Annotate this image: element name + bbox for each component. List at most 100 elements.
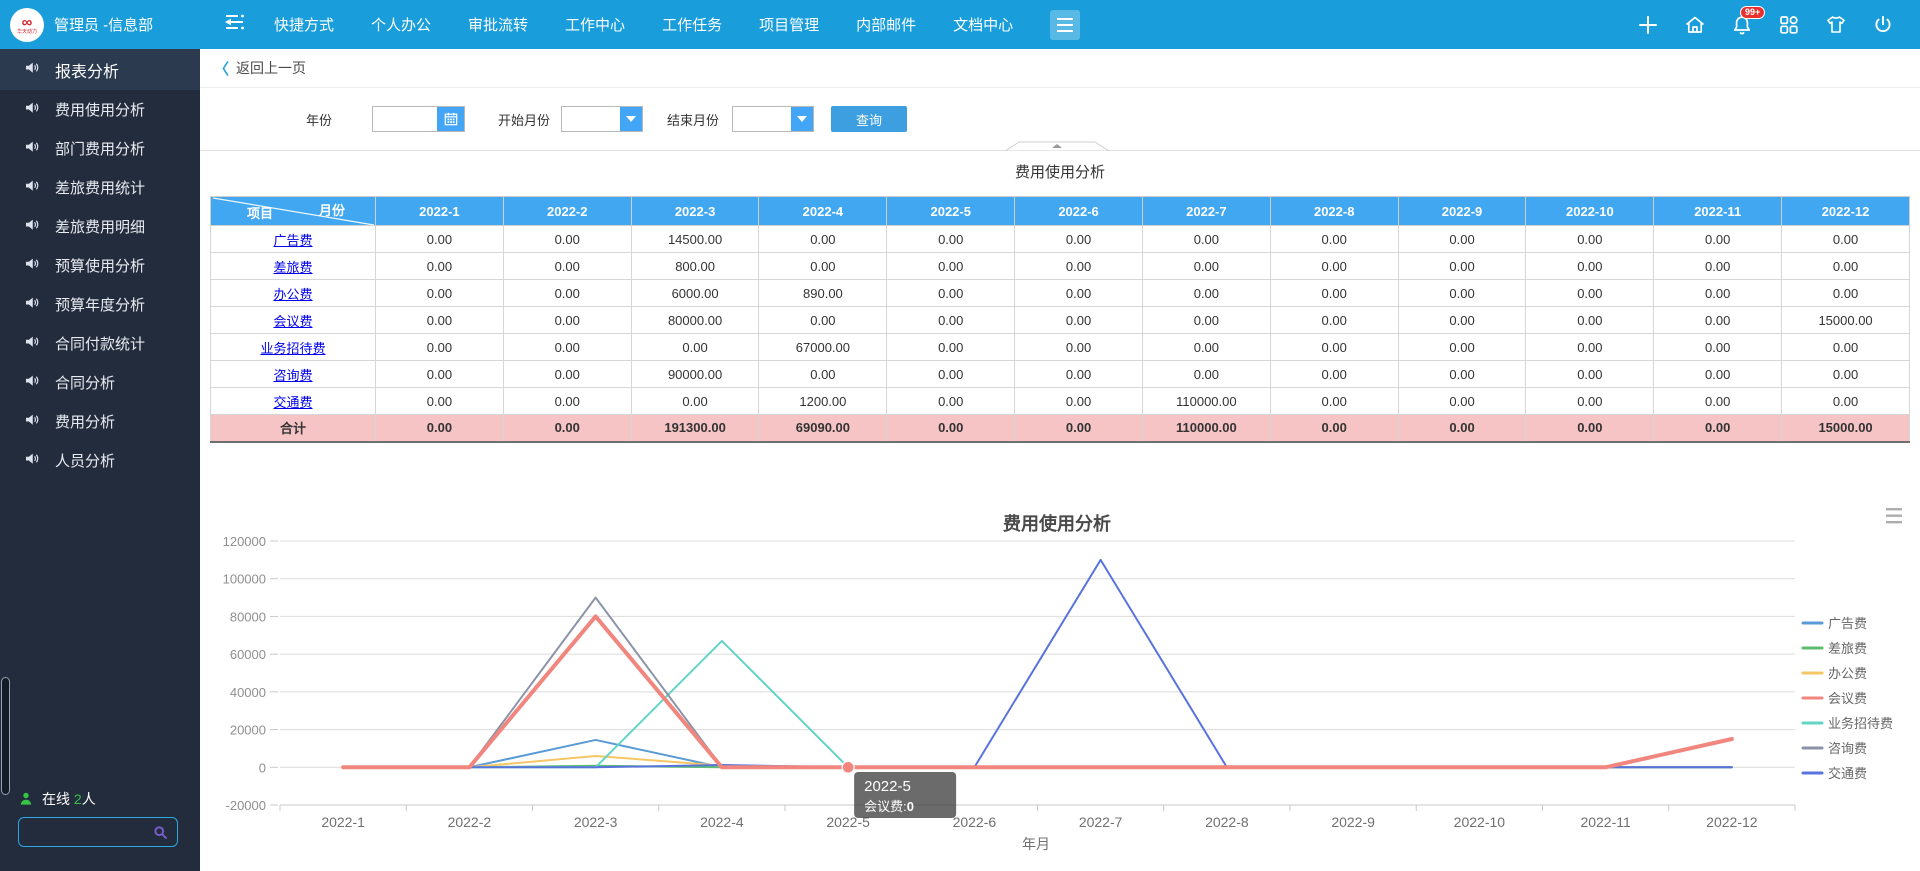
expense-value-cell: 0.00 <box>1270 388 1398 415</box>
expense-value-cell: 0.00 <box>1782 253 1910 280</box>
expense-value-cell: 1200.00 <box>759 388 887 415</box>
sidebar-scrollbar[interactable] <box>1 677 10 795</box>
series-line-广告费 <box>343 740 1732 767</box>
more-menu-button[interactable] <box>1050 10 1080 40</box>
x-axis-label: 2022-2 <box>448 814 492 830</box>
sidebar-item-2[interactable]: 部门费用分析 <box>0 129 200 168</box>
nav-item-0[interactable]: 快捷方式 <box>274 14 334 35</box>
sidebar-item-8[interactable]: 合同分析 <box>0 363 200 402</box>
month-column-header: 2022-1 <box>376 197 504 226</box>
end-month-select[interactable] <box>732 106 814 132</box>
legend-item-业务招待费[interactable]: 业务招待费 <box>1803 716 1893 731</box>
plus-icon[interactable] <box>1637 14 1659 36</box>
sidebar-item-9[interactable]: 费用分析 <box>0 402 200 441</box>
speaker-icon <box>23 255 40 276</box>
expense-value-cell: 0.00 <box>1142 334 1270 361</box>
online-suffix: 人 <box>82 791 96 807</box>
start-month-label: 开始月份 <box>498 110 550 129</box>
year-label: 年份 <box>306 110 332 129</box>
x-axis-name: 年月 <box>1022 836 1050 852</box>
nav-item-7[interactable]: 文档中心 <box>953 14 1013 35</box>
expense-value-cell: 890.00 <box>759 280 887 307</box>
expense-category-link[interactable]: 广告费 <box>273 233 312 248</box>
nav-item-2[interactable]: 审批流转 <box>468 14 528 35</box>
sidebar-item-label: 人员分析 <box>55 450 115 471</box>
year-field-wrap <box>372 106 465 132</box>
legend-item-交通费[interactable]: 交通费 <box>1803 766 1867 781</box>
expense-category-link[interactable]: 咨询费 <box>273 368 312 383</box>
year-input[interactable] <box>373 107 437 131</box>
expense-value-cell: 90000.00 <box>631 361 759 388</box>
apps-icon[interactable] <box>1778 14 1800 36</box>
total-value-cell: 0.00 <box>1654 415 1782 442</box>
expense-value-cell: 0.00 <box>1015 361 1143 388</box>
top-bar: ∞ 华天动力 管理员 -信息部 快捷方式个人办公审批流转工作中心工作任务项目管理… <box>0 0 1920 49</box>
y-axis-label: 60000 <box>230 647 266 662</box>
expense-value-cell: 0.00 <box>1015 307 1143 334</box>
expense-category-link[interactable]: 办公费 <box>273 287 312 302</box>
start-month-select[interactable] <box>561 106 643 132</box>
sidebar-item-label: 差旅费用明细 <box>55 216 145 237</box>
expense-chart: 费用使用分析120000100000800006000040000200000-… <box>210 500 1910 860</box>
legend-item-办公费[interactable]: 办公费 <box>1803 666 1867 681</box>
nav-item-6[interactable]: 内部邮件 <box>856 14 916 35</box>
table-row: 广告费0.000.0014500.000.000.000.000.000.000… <box>211 226 1910 253</box>
legend-item-广告费[interactable]: 广告费 <box>1803 616 1867 631</box>
back-link[interactable]: 返回上一页 <box>236 58 306 78</box>
home-icon[interactable] <box>1684 14 1706 36</box>
y-axis-label: 120000 <box>223 534 266 549</box>
total-value-cell: 15000.00 <box>1782 415 1910 442</box>
expense-category-link[interactable]: 差旅费 <box>273 260 312 275</box>
collapse-query-toggle[interactable] <box>1005 141 1109 151</box>
back-chevron-icon[interactable]: 〈 <box>214 58 229 79</box>
legend-label: 办公费 <box>1828 666 1867 681</box>
sidebar-item-10[interactable]: 人员分析 <box>0 441 200 480</box>
sidebar-item-0[interactable]: 报表分析 <box>0 49 200 90</box>
calendar-button[interactable] <box>437 107 464 131</box>
legend-item-差旅费[interactable]: 差旅费 <box>1803 641 1867 656</box>
diagonal-divider <box>211 197 376 226</box>
search-button[interactable]: 查询 <box>831 106 907 132</box>
expense-value-cell: 0.00 <box>376 388 504 415</box>
legend-item-咨询费[interactable]: 咨询费 <box>1803 741 1867 756</box>
sidebar-collapse-icon[interactable] <box>222 11 248 38</box>
legend-item-会议费[interactable]: 会议费 <box>1803 691 1867 706</box>
end-month-dropdown-button[interactable] <box>791 107 813 131</box>
sidebar-item-6[interactable]: 预算年度分析 <box>0 285 200 324</box>
total-value-cell: 0.00 <box>503 415 631 442</box>
speaker-icon <box>23 450 40 471</box>
sidebar-item-label: 部门费用分析 <box>55 138 145 159</box>
legend-label: 差旅费 <box>1828 641 1867 656</box>
nav-item-4[interactable]: 工作任务 <box>662 14 722 35</box>
expense-category-link[interactable]: 业务招待费 <box>260 341 325 356</box>
nav-item-1[interactable]: 个人办公 <box>371 14 431 35</box>
expense-value-cell: 0.00 <box>503 280 631 307</box>
chart-menu-icon[interactable] <box>1886 508 1902 523</box>
expense-value-cell: 0.00 <box>1526 253 1654 280</box>
expense-value-cell: 0.00 <box>759 307 887 334</box>
bell-icon[interactable]: 99+ <box>1731 14 1753 36</box>
expense-value-cell: 0.00 <box>1782 361 1910 388</box>
sidebar-item-4[interactable]: 差旅费用明细 <box>0 207 200 246</box>
expense-category-link[interactable]: 交通费 <box>273 395 312 410</box>
sidebar-item-5[interactable]: 预算使用分析 <box>0 246 200 285</box>
nav-item-5[interactable]: 项目管理 <box>759 14 819 35</box>
x-axis-label: 2022-3 <box>574 814 618 830</box>
start-month-dropdown-button[interactable] <box>620 107 642 131</box>
power-icon[interactable] <box>1872 14 1894 36</box>
corner-months-label: 月份 <box>319 200 345 219</box>
expense-value-cell: 0.00 <box>1270 226 1398 253</box>
theme-icon[interactable] <box>1825 14 1847 36</box>
speaker-icon <box>23 216 40 237</box>
sidebar-item-3[interactable]: 差旅费用统计 <box>0 168 200 207</box>
sidebar-item-7[interactable]: 合同付款统计 <box>0 324 200 363</box>
chevron-down-icon <box>626 116 636 122</box>
search-input[interactable] <box>19 825 152 840</box>
search-icon[interactable] <box>152 824 169 841</box>
expense-value-cell: 0.00 <box>1654 361 1782 388</box>
sidebar-item-1[interactable]: 费用使用分析 <box>0 90 200 129</box>
month-column-header: 2022-2 <box>503 197 631 226</box>
expense-category-link[interactable]: 会议费 <box>273 314 312 329</box>
nav-item-3[interactable]: 工作中心 <box>565 14 625 35</box>
category-cell: 交通费 <box>211 388 376 415</box>
